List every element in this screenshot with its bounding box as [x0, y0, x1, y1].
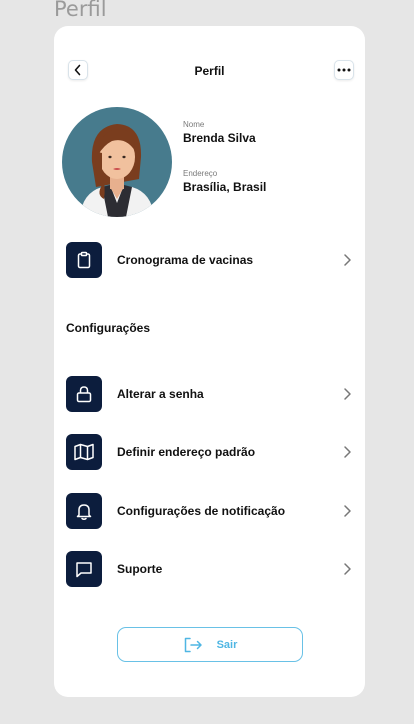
- chevron-right-icon: [344, 388, 351, 400]
- frame-title: Perfil: [54, 0, 107, 21]
- more-options-button[interactable]: [334, 60, 354, 80]
- address-value: Brasília, Brasil: [183, 180, 267, 194]
- profile-card: Perfil Nome Brenda Silva Endereço Brasíl…: [54, 26, 365, 697]
- name-value: Brenda Silva: [183, 131, 256, 145]
- logout-button[interactable]: Sair: [117, 627, 303, 662]
- change-password-label: Alterar a senha: [117, 387, 204, 401]
- support-label: Suporte: [117, 562, 163, 576]
- notification-settings-label: Configurações de notificação: [117, 504, 286, 518]
- vaccine-schedule-label: Cronograma de vacinas: [117, 253, 254, 267]
- more-dots-icon: [337, 68, 351, 72]
- avatar: [62, 107, 172, 217]
- vaccine-schedule-item[interactable]: Cronograma de vacinas: [66, 242, 352, 278]
- name-label: Nome: [183, 120, 205, 129]
- logout-label: Sair: [216, 638, 238, 651]
- change-password-item[interactable]: Alterar a senha: [66, 376, 352, 412]
- page-title: Perfil: [194, 64, 225, 78]
- lock-icon: [66, 376, 102, 412]
- settings-section-title: Configurações: [66, 321, 151, 335]
- chevron-right-icon: [344, 563, 351, 575]
- bell-icon: [66, 493, 102, 529]
- support-item[interactable]: Suporte: [66, 551, 352, 587]
- chat-icon: [66, 551, 102, 587]
- default-address-label: Definir endereço padrão: [117, 445, 256, 459]
- default-address-item[interactable]: Definir endereço padrão: [66, 434, 352, 470]
- notification-settings-item[interactable]: Configurações de notificação: [66, 493, 352, 529]
- logout-icon: [184, 637, 202, 652]
- address-label: Endereço: [183, 169, 218, 178]
- avatar-image: [62, 107, 172, 217]
- map-icon: [66, 434, 102, 470]
- chevron-right-icon: [344, 505, 351, 517]
- clipboard-icon: [66, 242, 102, 278]
- chevron-right-icon: [344, 446, 351, 458]
- chevron-right-icon: [344, 254, 351, 266]
